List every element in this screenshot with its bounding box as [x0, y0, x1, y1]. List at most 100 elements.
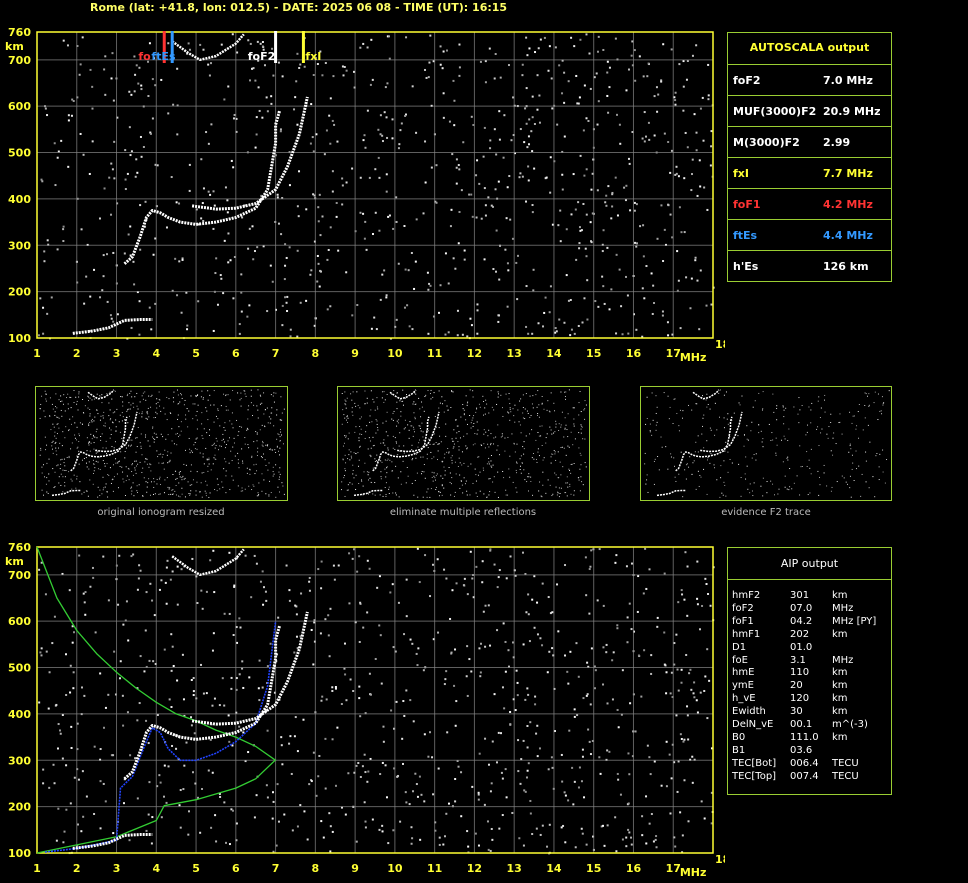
thumbnail-noise-dot: [877, 419, 879, 421]
x-tick-label: 12: [467, 347, 482, 360]
thumbnail-noise-dot: [455, 473, 457, 475]
thumbnail-noise-dot: [353, 452, 355, 454]
noise-dot: [617, 778, 620, 781]
noise-dot: [705, 304, 708, 307]
noise-dot: [489, 139, 492, 142]
noise-dot: [341, 177, 344, 180]
noise-dot: [227, 714, 230, 717]
thumbnail-noise-dot: [772, 393, 774, 395]
thumbnail-noise-dot: [157, 401, 159, 403]
thumbnail-noise-dot: [709, 462, 711, 464]
thumbnail-noise-dot: [364, 390, 366, 392]
thumbnail-noise-dot: [451, 390, 453, 392]
thumbnail-noise-dot: [79, 422, 81, 424]
thumbnail-noise-dot: [432, 396, 434, 398]
noise-dot: [416, 795, 419, 798]
noise-dot: [551, 611, 554, 614]
thumbnail-noise-dot: [772, 483, 774, 485]
thumbnail-noise-dot: [190, 470, 192, 472]
thumbnail-noise-dot: [213, 442, 215, 444]
noise-dot: [127, 639, 130, 642]
thumbnail-noise-dot: [453, 495, 455, 497]
noise-dot: [579, 38, 582, 41]
noise-dot: [644, 547, 647, 550]
thumbnail-noise-dot: [176, 444, 178, 446]
thumbnail-noise-dot: [472, 444, 474, 446]
thumbnail-noise-dot: [149, 494, 151, 496]
thumbnail-noise-dot: [738, 463, 740, 465]
thumbnail-noise-dot: [820, 432, 822, 434]
thumbnail-noise-dot: [491, 406, 493, 408]
thumbnail-noise-dot: [488, 457, 490, 459]
thumbnail-noise-dot: [776, 419, 778, 421]
thumbnail-noise-dot: [370, 481, 372, 483]
thumbnail-noise-dot: [267, 469, 269, 471]
noise-dot: [213, 591, 216, 594]
noise-dot: [272, 800, 275, 803]
thumbnail-noise-dot: [385, 476, 387, 478]
thumbnail-noise-dot: [223, 441, 225, 443]
noise-dot: [620, 305, 623, 308]
noise-dot: [601, 250, 604, 253]
thumbnail-noise-dot: [149, 463, 151, 465]
thumbnail-noise-dot: [64, 437, 66, 439]
thumbnail-noise-dot: [555, 474, 557, 476]
thumbnail-noise-dot: [97, 461, 99, 463]
thumbnail-noise-dot: [523, 448, 525, 450]
thumbnail-noise-dot: [61, 445, 63, 447]
thumbnail-noise-dot: [281, 412, 283, 414]
y-tick-label: 100: [8, 847, 31, 860]
thumbnail-noise-dot: [158, 391, 160, 393]
noise-dot: [42, 306, 45, 309]
x-axis-label: MHz: [680, 866, 707, 879]
noise-dot: [477, 793, 480, 796]
noise-dot: [516, 681, 519, 684]
noise-dot: [561, 780, 564, 783]
noise-dot: [640, 695, 643, 698]
thumbnail-noise-dot: [91, 399, 93, 401]
noise-dot: [322, 836, 325, 839]
noise-dot: [443, 568, 446, 571]
noise-dot: [445, 49, 448, 52]
noise-dot: [246, 315, 249, 318]
thumbnail-noise-dot: [147, 440, 149, 442]
aip-cell: m^(-3): [832, 719, 868, 730]
aip-cell: foF2: [732, 602, 754, 614]
thumbnail-noise-dot: [428, 438, 430, 440]
thumbnail-noise-dot: [452, 391, 454, 393]
noise-dot: [534, 703, 537, 706]
thumbnail-noise-dot: [206, 410, 208, 412]
noise-dot: [66, 44, 69, 47]
thumbnail-noise-dot: [121, 420, 123, 422]
thumbnail-noise-dot: [52, 423, 54, 425]
thumbnail-noise-dot: [358, 437, 360, 439]
noise-dot: [225, 841, 228, 844]
thumbnail-noise-dot: [501, 433, 503, 435]
thumbnail-noise-dot: [170, 412, 172, 414]
thumbnail-noise-dot: [484, 407, 486, 409]
thumbnail-noise-dot: [177, 394, 179, 396]
thumbnail-noise-dot: [537, 390, 539, 392]
thumbnail-noise-dot: [783, 416, 785, 418]
thumbnail-noise-dot: [126, 410, 128, 412]
noise-dot: [502, 156, 505, 159]
thumbnail-noise-dot: [155, 433, 157, 435]
noise-dot: [650, 813, 653, 816]
noise-dot: [637, 654, 640, 657]
thumbnail-noise-dot: [49, 415, 51, 417]
thumbnail-noise-dot: [849, 445, 851, 447]
noise-dot: [228, 740, 231, 743]
thumbnail-noise-dot: [342, 445, 344, 447]
noise-dot: [163, 764, 166, 767]
thumbnail-noise-dot: [675, 480, 677, 482]
noise-dot: [453, 99, 456, 102]
thumbnail-noise-dot: [196, 395, 198, 397]
noise-dot: [511, 237, 514, 240]
thumbnail-noise-dot: [561, 446, 563, 448]
autoscala-row: MUF(3000)F2 20.9 MHz: [728, 95, 891, 126]
thumbnail-noise-dot: [97, 413, 99, 415]
noise-dot: [528, 47, 531, 50]
noise-dot: [366, 559, 369, 562]
noise-dot: [696, 560, 699, 563]
noise-dot: [583, 297, 586, 300]
